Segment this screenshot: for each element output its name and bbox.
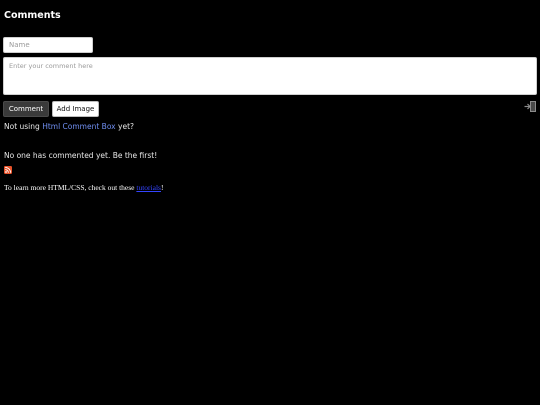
add-image-button[interactable]: Add Image <box>52 101 99 117</box>
learn-suffix: ! <box>160 183 164 192</box>
comments-title: Comments <box>4 10 61 21</box>
learn-prefix: To learn more HTML/CSS, check out these <box>4 183 135 192</box>
tutorials-link[interactable]: tutorials <box>136 183 161 192</box>
promo-text: Not using Html Comment Box yet? <box>4 122 134 131</box>
promo-prefix: Not using <box>4 122 40 131</box>
login-icon[interactable] <box>524 101 536 112</box>
name-input[interactable] <box>3 37 93 53</box>
learn-more-text: To learn more HTML/CSS, check out these … <box>4 183 163 192</box>
comment-button[interactable]: Comment <box>3 101 49 117</box>
no-comments-message: No one has commented yet. Be the first! <box>4 151 158 160</box>
rss-icon[interactable] <box>4 166 12 174</box>
comment-textarea[interactable] <box>3 57 537 95</box>
html-comment-box-link[interactable]: Html Comment Box <box>42 122 115 131</box>
promo-suffix: yet? <box>118 122 134 131</box>
